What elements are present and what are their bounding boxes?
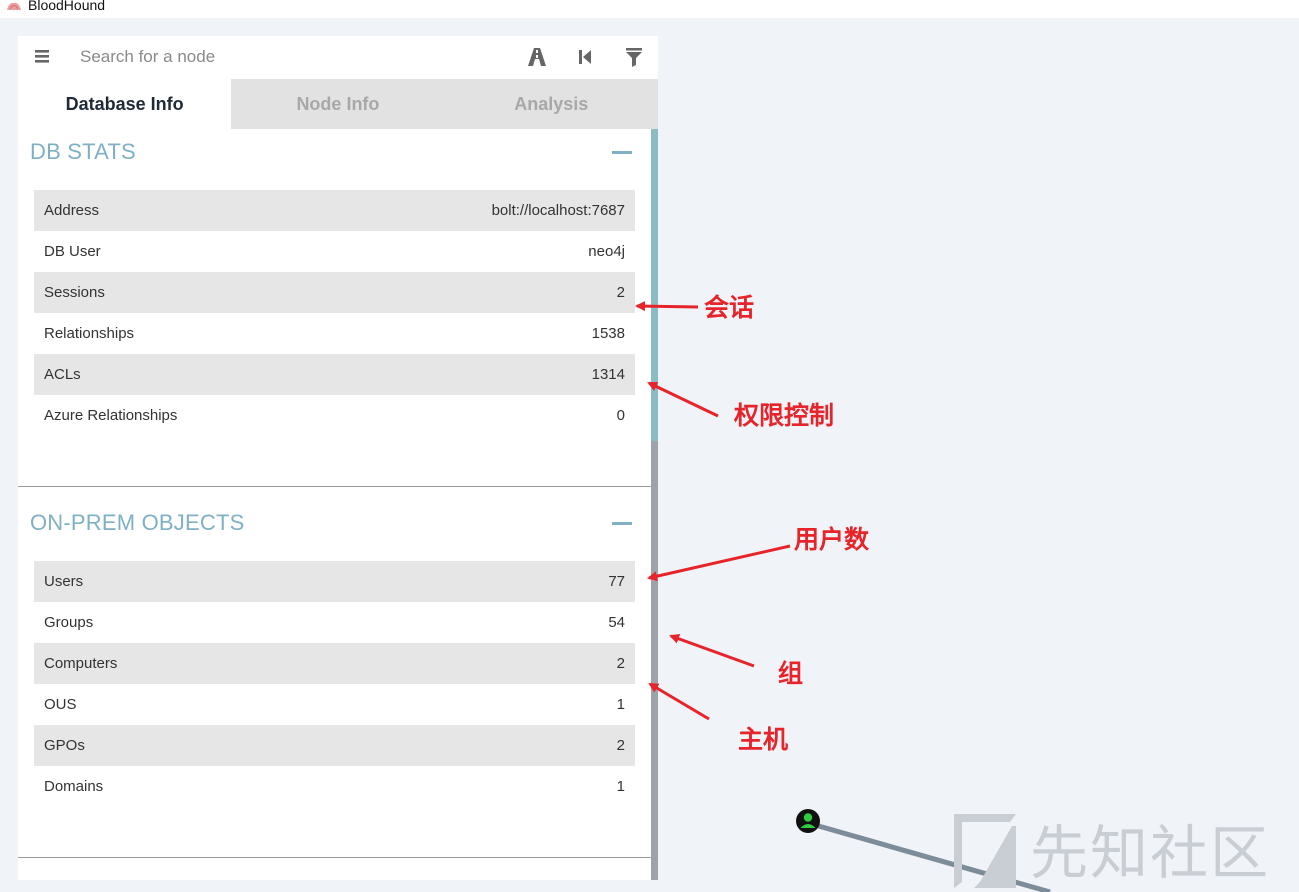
stat-row-gpos: GPOs 2 — [34, 725, 635, 766]
annotation-sessions: 会话 — [704, 293, 755, 322]
section-divider — [18, 857, 651, 858]
scrollbar-track[interactable] — [651, 441, 658, 880]
stat-value: 2 — [616, 737, 625, 754]
db-stats-header: DB STATS — [30, 132, 636, 172]
stat-row-users: Users 77 — [34, 561, 635, 602]
window-title: BloodHound — [28, 0, 106, 13]
annotation-acls: 权限控制 — [734, 401, 835, 430]
stat-label: Domains — [44, 778, 104, 795]
database-info-panel: Database Info Node Info Analysis DB STAT… — [18, 36, 658, 880]
stat-value: 0 — [616, 407, 625, 424]
on-prem-header: ON-PREM OBJECTS — [30, 503, 636, 543]
tab-analysis[interactable]: Analysis — [444, 79, 658, 129]
pathfinding-icon[interactable] — [526, 46, 548, 68]
filter-icon[interactable] — [623, 46, 645, 68]
annotation-arrow — [647, 544, 791, 582]
watermark-text: 先知社区 — [1030, 819, 1271, 887]
stat-row-address: Address bolt://localhost:7687 — [34, 190, 635, 231]
stat-label: Groups — [44, 614, 94, 631]
stat-row-computers: Computers 2 — [34, 643, 635, 684]
stat-value: neo4j — [588, 243, 625, 260]
stat-label: Address — [44, 202, 100, 219]
on-prem-title: ON-PREM OBJECTS — [30, 510, 245, 535]
window-titlebar: BloodHound — [0, 0, 1299, 18]
stat-label: ACLs — [44, 366, 81, 383]
stat-row-azure-relationships: Azure Relationships 0 — [34, 395, 635, 436]
tab-node-info[interactable]: Node Info — [231, 79, 445, 129]
watermark-logo-icon — [954, 814, 1016, 888]
stat-label: OUS — [44, 696, 77, 713]
stat-value: 1 — [616, 778, 625, 795]
stat-row-ous: OUS 1 — [34, 684, 635, 725]
annotation-arrow — [669, 634, 755, 668]
scrollbar-thumb[interactable] — [651, 129, 658, 441]
user-node-icon[interactable] — [795, 808, 821, 834]
stat-label: GPOs — [44, 737, 85, 754]
stat-value: 77 — [608, 573, 625, 590]
stat-value: 1 — [616, 696, 625, 713]
bloodhound-logo-icon — [7, 2, 21, 10]
collapse-icon[interactable] — [612, 521, 632, 525]
search-input[interactable] — [80, 44, 500, 70]
tab-database-info[interactable]: Database Info — [18, 79, 232, 129]
back-icon[interactable] — [574, 46, 596, 68]
stat-value: 2 — [616, 284, 625, 301]
stat-row-db-user: DB User neo4j — [34, 231, 635, 272]
stat-label: Users — [44, 573, 84, 590]
stat-label: Computers — [44, 655, 118, 672]
annotation-arrow — [648, 682, 710, 721]
db-stats-table: Address bolt://localhost:7687 DB User ne… — [34, 190, 635, 436]
stat-row-acls: ACLs 1314 — [34, 354, 635, 395]
stat-row-groups: Groups 54 — [34, 602, 635, 643]
stat-label: Sessions — [44, 284, 105, 301]
annotation-arrow — [647, 381, 719, 418]
stat-label: DB User — [44, 243, 101, 260]
stat-value: 54 — [608, 614, 625, 631]
hamburger-menu-icon[interactable] — [34, 48, 50, 64]
annotation-computers: 主机 — [738, 725, 789, 754]
stat-label: Relationships — [44, 325, 135, 342]
stat-value: 2 — [616, 655, 625, 672]
annotation-users: 用户数 — [794, 525, 870, 554]
stat-row-sessions: Sessions 2 — [34, 272, 635, 313]
search-bar — [18, 36, 658, 79]
stat-row-relationships: Relationships 1538 — [34, 313, 635, 354]
on-prem-table: Users 77 Groups 54 Computers 2 OUS 1 GPO… — [34, 561, 635, 807]
watermark: 先知社区 — [950, 808, 1270, 888]
stat-label: Azure Relationships — [44, 407, 178, 424]
collapse-icon[interactable] — [612, 150, 632, 154]
db-stats-title: DB STATS — [30, 139, 136, 164]
stat-row-domains: Domains 1 — [34, 766, 635, 807]
stat-value: 1538 — [591, 325, 625, 342]
stat-value: 1314 — [591, 366, 625, 383]
section-divider — [18, 486, 651, 487]
tab-bar: Database Info Node Info Analysis — [18, 79, 658, 129]
annotation-groups: 组 — [778, 659, 804, 688]
stat-value: bolt://localhost:7687 — [491, 202, 625, 219]
